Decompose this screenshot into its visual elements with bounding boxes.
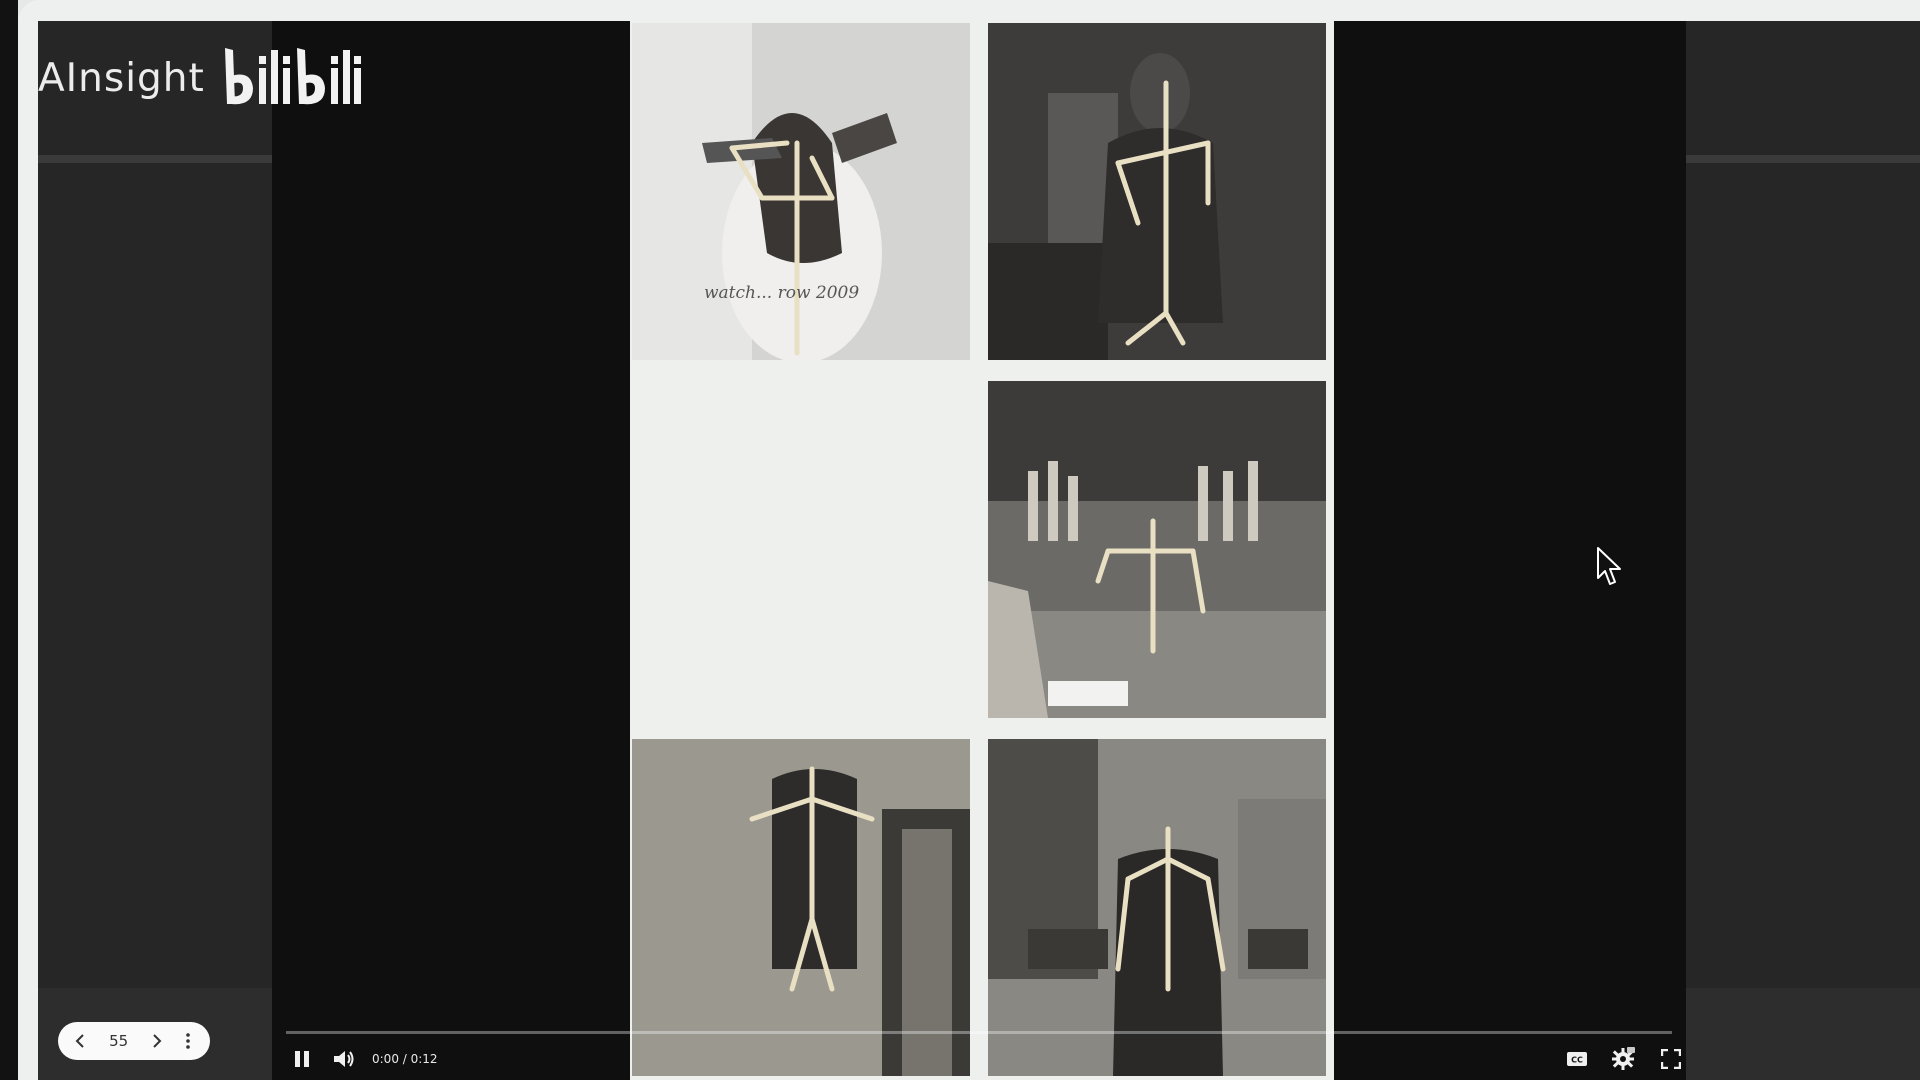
frame-1-image xyxy=(632,23,970,360)
frame-6-image xyxy=(988,739,1326,1076)
next-page-button[interactable] xyxy=(145,1029,169,1053)
video-frame-1: watch... row 2009 xyxy=(632,23,970,360)
captions-icon: CC xyxy=(1567,1052,1587,1066)
chevron-left-icon xyxy=(75,1034,84,1048)
frame-5-image xyxy=(632,739,970,1076)
settings-icon xyxy=(1612,1047,1635,1070)
desktop-edge xyxy=(0,0,18,1080)
bilibili-logo xyxy=(224,48,361,105)
previous-page-button[interactable] xyxy=(68,1029,92,1053)
header-divider xyxy=(1686,155,1920,163)
video-frame-6 xyxy=(988,739,1326,1076)
video-player[interactable]: watch... row 2009 0:00 / 0:12 CC xyxy=(272,21,1686,1080)
video-frame-3 xyxy=(632,381,970,718)
volume-button[interactable] xyxy=(328,1039,360,1079)
header-divider xyxy=(38,155,290,163)
volume-icon xyxy=(334,1051,354,1067)
right-panel xyxy=(1686,21,1920,1080)
pose-estimation-collage: watch... row 2009 xyxy=(630,21,1334,1080)
settings-button[interactable] xyxy=(1608,1039,1638,1079)
playback-time: 0:00 / 0:12 xyxy=(372,1052,438,1066)
fullscreen-icon xyxy=(1661,1049,1681,1069)
more-options-button[interactable] xyxy=(176,1029,200,1053)
app-window: watch... row 2009 0:00 / 0:12 CC AInsigh… xyxy=(18,0,1920,1080)
video-frame-4 xyxy=(988,381,1326,718)
footer-bar xyxy=(1686,988,1920,1080)
player-controls: 0:00 / 0:12 CC xyxy=(272,1039,1686,1079)
brand-name: AInsight xyxy=(38,55,205,101)
mouse-cursor-icon xyxy=(1597,547,1621,585)
brand-logo: AInsight xyxy=(38,46,363,110)
video-frame-5 xyxy=(632,739,970,1076)
pause-icon xyxy=(295,1051,309,1067)
more-vertical-icon xyxy=(186,1033,190,1049)
svg-text:CC: CC xyxy=(1571,1056,1583,1065)
pause-button[interactable] xyxy=(286,1039,318,1079)
captions-button[interactable]: CC xyxy=(1562,1039,1592,1079)
page-number[interactable]: 55 xyxy=(99,1032,139,1050)
left-panel xyxy=(38,21,290,1080)
frame-4-image xyxy=(988,381,1326,718)
page-navigator: 55 xyxy=(58,1022,210,1060)
video-watermark: watch... row 2009 xyxy=(704,283,860,303)
frame-2-image xyxy=(988,23,1326,360)
playback-progress-bar[interactable] xyxy=(286,1031,1672,1034)
fullscreen-button[interactable] xyxy=(1656,1039,1686,1079)
video-frame-2 xyxy=(988,23,1326,360)
chevron-right-icon xyxy=(153,1034,162,1048)
